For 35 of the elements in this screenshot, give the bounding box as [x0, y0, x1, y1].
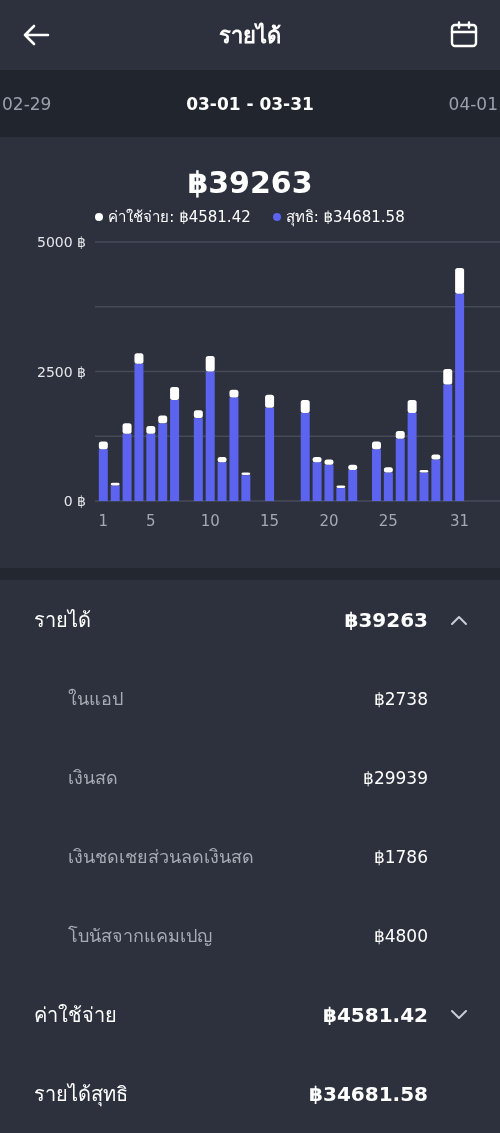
x-axis-label: 10: [200, 512, 220, 530]
x-axis-label: 25: [378, 512, 398, 530]
row-amount: ฿2738: [373, 688, 428, 709]
row-amount: ฿1786: [373, 846, 428, 867]
y-axis-label: 5000 ฿: [37, 234, 86, 250]
current-period-tab[interactable]: 03-01 - 03-31: [186, 93, 314, 114]
row-amount: ฿29939: [363, 767, 428, 788]
row-label: รายได้: [34, 606, 92, 634]
x-axis-label: 31: [450, 512, 470, 530]
x-axis-label: 1: [98, 512, 109, 530]
legend-label: สุทธิ: ฿34681.58: [285, 207, 405, 229]
page-title: รายได้: [219, 21, 281, 50]
y-axis-label: 0 ฿: [63, 493, 86, 509]
row-label: ในแอป: [68, 687, 124, 711]
calendar-icon[interactable]: [450, 21, 478, 49]
row-amount: ฿34681.58: [309, 1081, 428, 1106]
row-label: รายได้สุทธิ: [34, 1080, 129, 1109]
row-amount: ฿4800: [373, 925, 428, 946]
x-axis-label: 20: [319, 512, 339, 530]
x-axis-label: 15: [260, 512, 280, 530]
next-period-tab[interactable]: 04-01: [448, 93, 498, 114]
chevron-down-icon[interactable]: [450, 1008, 468, 1021]
row-amount: ฿39263: [344, 607, 428, 632]
row-label: โบนัสจากแคมเปญ: [68, 924, 213, 948]
row-label: เงินชดเชยส่วนลดเงินสด: [68, 845, 255, 869]
row-amount: ฿4581.42: [323, 1002, 428, 1027]
row-label: ค่าใช้จ่าย: [34, 1001, 118, 1029]
chevron-up-icon[interactable]: [450, 613, 468, 626]
x-axis-label: 5: [146, 512, 156, 530]
legend-label: ค่าใช้จ่าย: ฿4581.42: [108, 207, 251, 228]
row-label: เงินสด: [68, 766, 119, 790]
back-icon[interactable]: [22, 23, 50, 47]
total-amount: ฿39263: [187, 165, 313, 201]
previous-period-tab[interactable]: 02-29: [2, 93, 52, 114]
y-axis-label: 2500 ฿: [37, 363, 86, 380]
